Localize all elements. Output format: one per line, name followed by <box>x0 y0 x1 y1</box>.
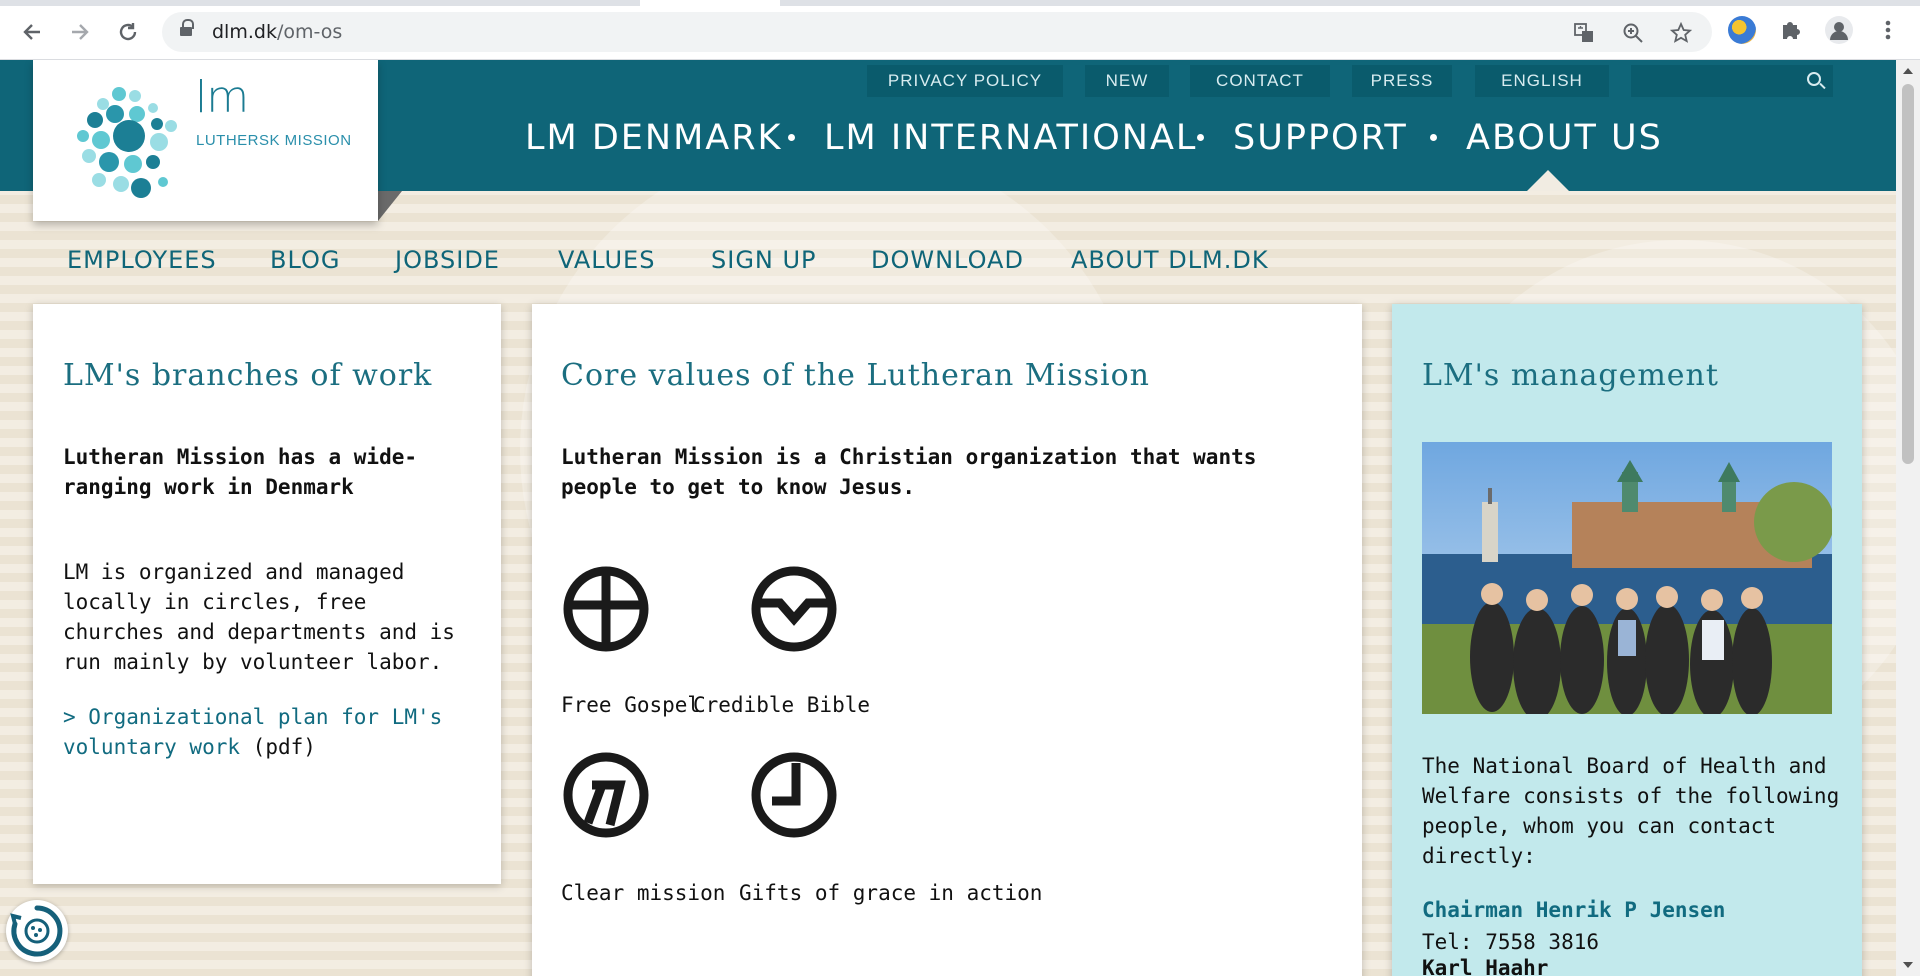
value-label-gifts-of-grace: Gifts of grace in action <box>739 881 1043 905</box>
nav-about-us[interactable]: ABOUT US <box>1466 112 1663 164</box>
clock-hands-circle-icon <box>751 752 837 838</box>
branches-title: LM's branches of work <box>63 358 433 393</box>
nav-separator <box>788 134 795 141</box>
logo-fold <box>378 191 402 221</box>
page-viewport: PRIVACY POLICY NEW CONTACT PRESS ENGLISH… <box>0 60 1896 976</box>
util-press[interactable]: PRESS <box>1352 65 1452 97</box>
subnav-employees[interactable]: EMPLOYEES <box>67 246 217 274</box>
nav-lm-international[interactable]: LM INTERNATIONAL <box>824 112 1197 164</box>
back-icon[interactable] <box>14 14 50 50</box>
profile-icon[interactable] <box>1825 16 1853 44</box>
contact-chairman-link[interactable]: Chairman Henrik P Jensen <box>1422 898 1725 922</box>
active-tab-indicator <box>640 0 780 6</box>
pdf-note: (pdf) <box>252 735 316 759</box>
scroll-up-arrow-icon[interactable] <box>1903 68 1913 74</box>
util-contact[interactable]: CONTACT <box>1190 65 1330 97</box>
page-scrollbar[interactable] <box>1896 60 1920 976</box>
extension-icon[interactable] <box>1728 16 1756 44</box>
puzzle-icon[interactable] <box>1777 16 1805 44</box>
value-label-credible-bible: Credible Bible <box>693 693 871 717</box>
scroll-down-arrow-icon[interactable] <box>1903 962 1913 968</box>
value-label-clear-mission: Clear mission <box>561 881 726 905</box>
branches-body: LM is organized and managed locally in c… <box>63 560 455 674</box>
nav-separator <box>1197 134 1204 141</box>
subnav-sign-up[interactable]: SIGN UP <box>711 246 817 274</box>
logo-mark: lm <box>195 72 249 123</box>
translate-icon[interactable] <box>1572 22 1596 44</box>
menu-icon[interactable] <box>1874 16 1902 44</box>
lock-icon[interactable] <box>180 19 194 38</box>
management-photo <box>1422 442 1832 714</box>
subnav-values[interactable]: VALUES <box>558 246 655 274</box>
zoom-icon[interactable] <box>1621 22 1645 44</box>
tab-strip <box>0 0 1920 6</box>
subnav-about-dlm[interactable]: ABOUT DLM.DK <box>1071 246 1269 274</box>
url-domain: dlm.dk <box>212 21 277 43</box>
util-privacy-policy[interactable]: PRIVACY POLICY <box>867 65 1063 97</box>
search-icon[interactable] <box>1807 72 1821 86</box>
cross-circle-icon <box>563 566 649 652</box>
nav-separator <box>1430 134 1437 141</box>
management-card: LM's management The National Board of He… <box>1392 304 1862 976</box>
management-title: LM's management <box>1422 358 1719 393</box>
url-text[interactable]: dlm.dk/om-os <box>212 21 342 43</box>
subnav-download[interactable]: DOWNLOAD <box>871 246 1024 274</box>
subnav-jobside[interactable]: JOBSIDE <box>395 246 500 274</box>
branches-lead: Lutheran Mission has a wide-ranging work… <box>63 445 418 499</box>
values-title: Core values of the Lutheran Mission <box>561 358 1150 393</box>
arrow-circle-icon <box>563 752 649 838</box>
url-path: /om-os <box>276 21 343 43</box>
reload-icon[interactable] <box>110 14 146 50</box>
contact-next-name[interactable]: Karl Haahr <box>1422 956 1548 976</box>
nav-support[interactable]: SUPPORT <box>1233 112 1408 164</box>
cookie-icon <box>10 905 63 957</box>
forward-icon[interactable] <box>62 14 98 50</box>
values-lead: Lutheran Mission is a Christian organiza… <box>561 445 1257 499</box>
util-new[interactable]: NEW <box>1085 65 1169 97</box>
util-english[interactable]: ENGLISH <box>1475 65 1609 97</box>
branches-link-row: > Organizational plan for LM's voluntary… <box>63 702 478 762</box>
browser-toolbar: dlm.dk/om-os <box>0 0 1920 60</box>
open-book-circle-icon <box>751 566 837 652</box>
cookie-consent-button[interactable] <box>6 900 68 962</box>
address-bar[interactable]: dlm.dk/om-os <box>162 12 1712 52</box>
values-card: Core values of the Lutheran Mission Luth… <box>532 304 1362 976</box>
site-search-input[interactable] <box>1631 65 1833 97</box>
nav-lm-denmark[interactable]: LM DENMARK <box>525 112 782 164</box>
management-body: The National Board of Health and Welfare… <box>1422 754 1840 868</box>
subnav-blog[interactable]: BLOG <box>270 246 340 274</box>
bookmark-star-icon[interactable] <box>1669 21 1693 44</box>
value-label-free-gospel: Free Gospel <box>561 693 701 717</box>
active-nav-indicator <box>1527 170 1569 191</box>
contact-tel: Tel: 7558 3816 <box>1422 930 1600 954</box>
logo-bubbles-icon <box>77 87 177 198</box>
site-logo[interactable]: lm LUTHERSK MISSION <box>33 60 378 221</box>
logo-name: LUTHERSK MISSION <box>196 132 352 149</box>
sub-nav: EMPLOYEES BLOG JOBSIDE VALUES SIGN UP DO… <box>0 246 1896 282</box>
scroll-thumb[interactable] <box>1902 84 1914 464</box>
branches-card: LM's branches of work Lutheran Mission h… <box>33 304 501 884</box>
